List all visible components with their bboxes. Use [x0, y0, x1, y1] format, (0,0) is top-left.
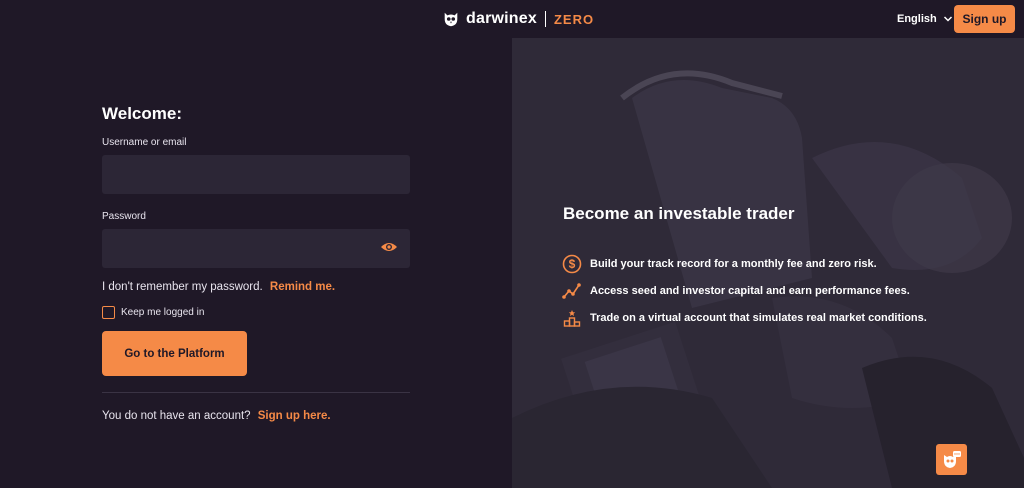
show-password-eye-icon[interactable] [380, 241, 398, 253]
promo-panel: Become an investable trader $ Build your… [512, 38, 1024, 488]
podium-icon [563, 309, 581, 327]
keep-logged-in-checkbox[interactable] [102, 306, 115, 319]
language-selector[interactable]: English [897, 11, 953, 27]
chevron-down-icon [943, 16, 952, 22]
dollar-circle-icon: $ [562, 254, 582, 273]
promo-bullet: $ Build your track record for a monthly … [562, 250, 927, 277]
no-account-row: You do not have an account? Sign up here… [102, 410, 331, 422]
brand-divider [544, 11, 546, 27]
svg-text:$: $ [569, 257, 576, 271]
language-label: English [897, 13, 937, 25]
password-input[interactable] [102, 229, 410, 268]
chat-button[interactable] [936, 444, 967, 475]
keep-logged-in-row: Keep me logged in [102, 306, 204, 319]
keep-logged-in-label: Keep me logged in [121, 307, 205, 318]
brand-name: darwinex [466, 10, 537, 27]
password-label: Password [102, 211, 146, 222]
owl-logo-icon [444, 12, 458, 27]
signup-button[interactable]: Sign up [954, 5, 1015, 33]
forgot-password-text: I don't remember my password. [102, 281, 263, 293]
welcome-heading: Welcome: [102, 104, 182, 123]
growth-chart-icon [562, 282, 581, 299]
promo-bullet: Access seed and investor capital and ear… [562, 277, 927, 304]
promo-bullet-text: Access seed and investor capital and ear… [590, 284, 910, 297]
forgot-password-row: I don't remember my password. Remind me. [102, 281, 335, 293]
top-bar: darwinex ZERO English Sign up [0, 0, 1024, 38]
owl-chat-icon [943, 450, 961, 468]
brand-suffix: ZERO [553, 11, 595, 27]
signup-here-link[interactable]: Sign up here. [258, 410, 331, 422]
promo-bullet-text: Trade on a virtual account that simulate… [590, 311, 927, 324]
promo-bullets: $ Build your track record for a monthly … [562, 250, 927, 331]
remind-me-link[interactable]: Remind me. [270, 281, 335, 293]
promo-title: Become an investable trader [563, 204, 795, 223]
login-panel: Welcome: Username or email Password I do… [0, 38, 512, 488]
brand-logo[interactable]: darwinex ZERO [442, 7, 594, 31]
username-label: Username or email [102, 137, 187, 148]
promo-bullet-text: Build your track record for a monthly fe… [590, 257, 877, 270]
divider [102, 392, 410, 393]
promo-bullet: Trade on a virtual account that simulate… [562, 304, 927, 331]
no-account-text: You do not have an account? [102, 410, 251, 422]
username-input[interactable] [102, 155, 410, 194]
go-to-platform-button[interactable]: Go to the Platform [102, 331, 247, 376]
